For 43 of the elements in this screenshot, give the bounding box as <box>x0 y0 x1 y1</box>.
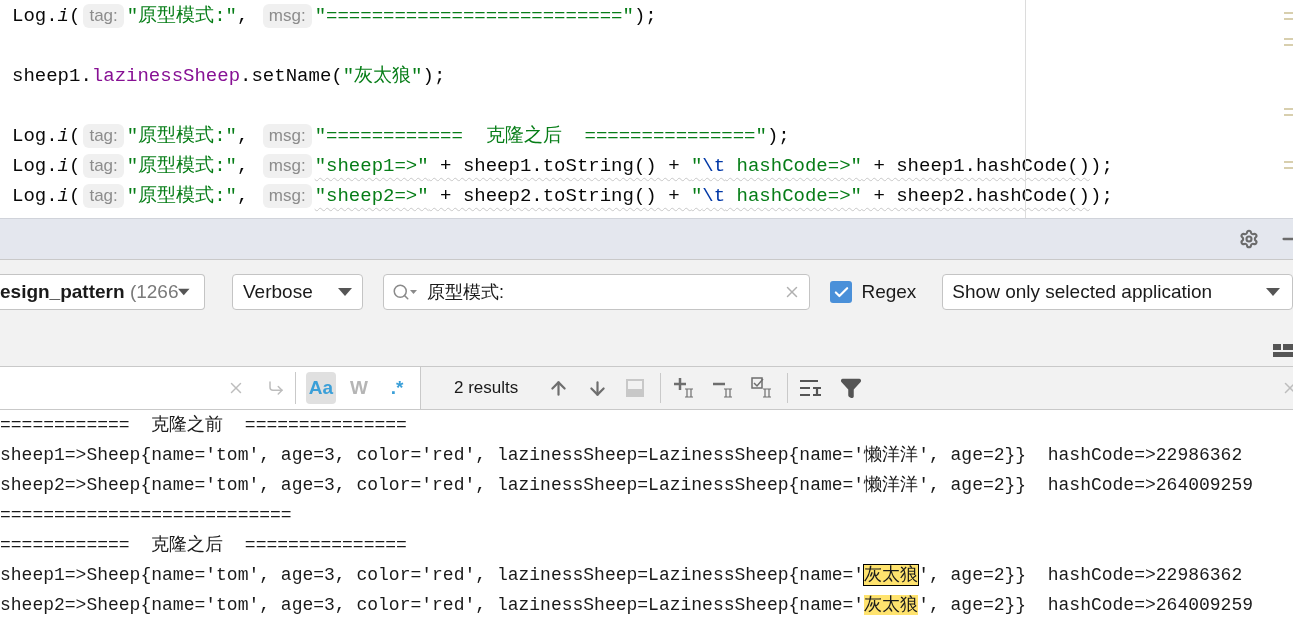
filter-lines-icon[interactable] <box>800 378 823 398</box>
layout-icon[interactable] <box>1273 342 1293 360</box>
log-line: sheep2=>Sheep{name='tom', age=3, color='red', lazinessSheep=LazinessSheep{name='懒洋洋', age=2}} hashCode=>264009259 <box>0 474 1253 497</box>
code-line: Log.i( tag: "原型模式:", msg: "sheep1=>" + sheep1.toString() + "\t hashCode=>" + sheep1.hashCode()); <box>12 153 1113 180</box>
parameter-hint: tag: <box>83 4 124 28</box>
gutter-mark <box>1284 108 1293 116</box>
process-id: (1266 <box>129 280 179 302</box>
code-line: sheep1.lazinessSheep.setName("灰太狼"); <box>12 63 446 89</box>
caret-icon <box>409 290 417 294</box>
parameter-hint: msg: <box>262 124 312 148</box>
caret-icon <box>1266 288 1280 296</box>
log-line: sheep1=>Sheep{name='tom', age=3, color='red', lazinessSheep=LazinessSheep{name='懒洋洋', age=2}} hashCode=>22986362 <box>0 444 1243 467</box>
gutter-mark <box>1284 38 1293 46</box>
results-count: 2 results <box>454 377 519 400</box>
code-line: Log.i( tag: "原型模式:", msg: "============ 克隆之后 ==============="); <box>12 123 790 150</box>
log-line: =========================== <box>0 504 292 527</box>
log-line: ============ 克隆之前 =============== <box>0 414 407 437</box>
search-input[interactable]: 原型模式: <box>426 278 784 306</box>
regex-checkbox[interactable] <box>830 281 853 303</box>
code-line: Log.i( tag: "原型模式:", msg: "=========================="); <box>12 3 657 30</box>
scope-dropdown[interactable]: Show only selected application <box>942 274 1293 310</box>
gutter-mark <box>1284 12 1293 20</box>
caret-icon <box>178 288 190 296</box>
log-line: ============ 克隆之后 =============== <box>0 534 407 557</box>
parameter-hint: tag: <box>83 124 124 148</box>
process-dropdown[interactable]: esign_pattern (1266 <box>0 274 205 310</box>
scope-value: Show only selected application <box>952 279 1213 304</box>
settings-icon[interactable] <box>1239 229 1259 249</box>
code-line: Log.i( tag: "原型模式:", msg: "sheep2=>" + sheep2.toString() + "\t hashCode=>" + sheep2.hashCode()); <box>12 183 1113 210</box>
search-icon <box>391 283 410 301</box>
parameter-hint: msg: <box>262 154 312 178</box>
parameter-hint: msg: <box>262 4 312 28</box>
regex-label: Regex <box>861 279 917 304</box>
filter-icon[interactable] <box>840 377 863 399</box>
process-name: esign_pattern <box>0 280 125 302</box>
parameter-hint: tag: <box>83 184 124 208</box>
gutter-mark <box>1284 161 1293 169</box>
caret-icon <box>337 288 352 296</box>
log-level-value: Verbose <box>243 279 313 304</box>
search-field[interactable]: 原型模式: <box>382 274 811 310</box>
parameter-hint: tag: <box>83 154 124 178</box>
parameter-hint: msg: <box>262 184 312 208</box>
log-level-dropdown[interactable]: Verbose <box>232 274 363 310</box>
